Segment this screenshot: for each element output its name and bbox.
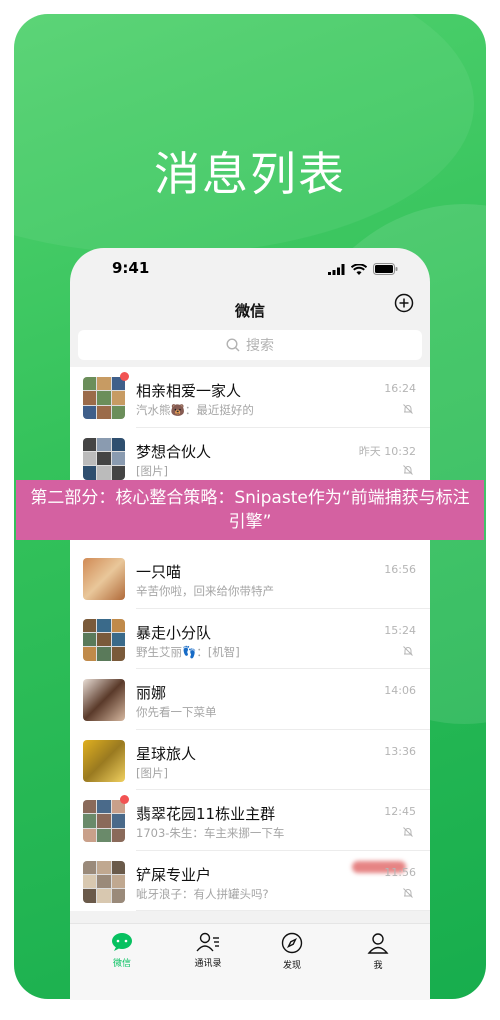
chat-avatar [83,739,125,782]
chat-bubble-icon [112,933,132,951]
chat-avatar [83,800,125,842]
contacts-icon [196,932,219,952]
chat-avatar [83,618,125,661]
mute-bell-icon [403,887,413,898]
mute-bell-icon [403,464,413,475]
chat-name: 暴走小分队 [136,623,212,642]
chat-time: 11:56 [384,865,416,879]
add-circle-icon[interactable] [394,293,414,313]
chat-preview: 1703-朱生：车主来挪一下车 [136,826,285,840]
chat-time: 13:36 [384,744,416,758]
tab-label: 我 [373,961,383,971]
chat-time: 12:45 [384,805,416,818]
mute-bell-icon [403,645,413,656]
chat-list-item[interactable]: 铲屎专业户呲牙浪子：有人拼罐头吗? 11:56 [70,850,430,911]
chat-preview: [图片] [136,463,168,478]
chat-list-item[interactable]: 一只喵辛苦你啦，回来给你带特产 16:56 [70,548,430,609]
compass-icon [281,932,303,954]
signal-icon [328,263,345,275]
search-input[interactable]: 搜索 [78,330,422,360]
chat-list-item[interactable]: 翡翠花园11栋业主群 1703-朱生：车主来挪一下车 12:45 [70,790,430,851]
chat-avatar [83,558,125,600]
chat-time: 16:24 [384,382,416,395]
battery-icon [373,263,398,275]
chat-name: 相亲相爱一家人 [136,382,242,400]
chat-name: 丽娜 [136,684,167,702]
chat-list-item[interactable]: 相亲相爱一家人汽水熊🐻：最近挺好的 16:24 [70,367,430,428]
status-icons [328,263,398,275]
status-bar: 9:41 [70,248,430,292]
search-placeholder: 搜索 [246,338,274,354]
chat-preview: 野生艾丽👣：[机智] [136,644,240,659]
chat-name: 翡翠花园11栋业主群 [136,805,276,823]
wifi-icon [351,263,367,275]
tab-chats[interactable]: 微信 [92,932,152,969]
chat-list-item[interactable]: 梦想合伙人 [图片] 昨天 10:32 [70,427,430,488]
tab-label: 通讯录 [194,959,222,969]
search-icon [226,338,240,352]
chat-avatar [83,377,125,419]
chat-preview: [图片] [136,765,168,780]
promo-headline: 消息列表 [154,147,346,201]
chat-list-item[interactable]: 暴走小分队野生艾丽👣：[机智] 15:24 [70,608,430,669]
chat-avatar [83,860,125,903]
unread-dot [120,372,129,381]
chat-preview: 辛苦你啦，回来给你带特产 [136,584,274,598]
overlay-banner: 第二部分：核心整合策略：Snipaste作为“前端捕获与标注引擎” [16,480,484,540]
unread-dot [120,795,129,804]
chat-preview: 汽水熊🐻：最近挺好的 [136,403,254,417]
chat-list-item[interactable]: 丽娜你先看一下菜单 14:06 [70,669,430,730]
tab-label: 微信 [112,959,131,969]
tab-label: 发现 [282,961,301,971]
chat-time: 15:24 [384,623,416,637]
nav-bar: 微信 [70,292,430,332]
person-icon [367,933,389,954]
nav-title: 微信 [234,302,265,320]
chat-time: 昨天 10:32 [358,444,416,458]
tab-me[interactable]: 我 [348,932,408,971]
phone-screen: 9:41 微信 搜索 相亲相爱一家人汽水熊🐻：最近挺好的 16:24 梦想合伙人 [图… [70,248,430,1000]
chat-avatar [83,679,125,721]
tab-bar: 微信 通讯录 发现 我 [70,923,430,1000]
mute-bell-icon [403,827,413,837]
chat-list: 相亲相爱一家人汽水熊🐻：最近挺好的 16:24 梦想合伙人 [图片] 昨天 10:32 一… [70,367,430,911]
tab-discover[interactable]: 发现 [262,932,322,971]
chat-name: 一只喵 [136,563,182,581]
chat-name: 梦想合伙人 [136,442,212,461]
chat-time: 16:56 [384,563,416,576]
chat-avatar [83,437,125,480]
tab-contacts[interactable]: 通讯录 [178,932,238,969]
mute-bell-icon [403,404,413,414]
status-time: 9:41 [112,259,150,277]
chat-name: 铲屎专业户 [136,865,212,884]
chat-list-item[interactable]: 星球旅人 [图片] 13:36 [70,729,430,790]
chat-preview: 呲牙浪子：有人拼罐头吗? [136,886,269,901]
chat-time: 14:06 [384,684,416,697]
chat-preview: 你先看一下菜单 [136,705,217,719]
chat-name: 星球旅人 [136,744,197,763]
